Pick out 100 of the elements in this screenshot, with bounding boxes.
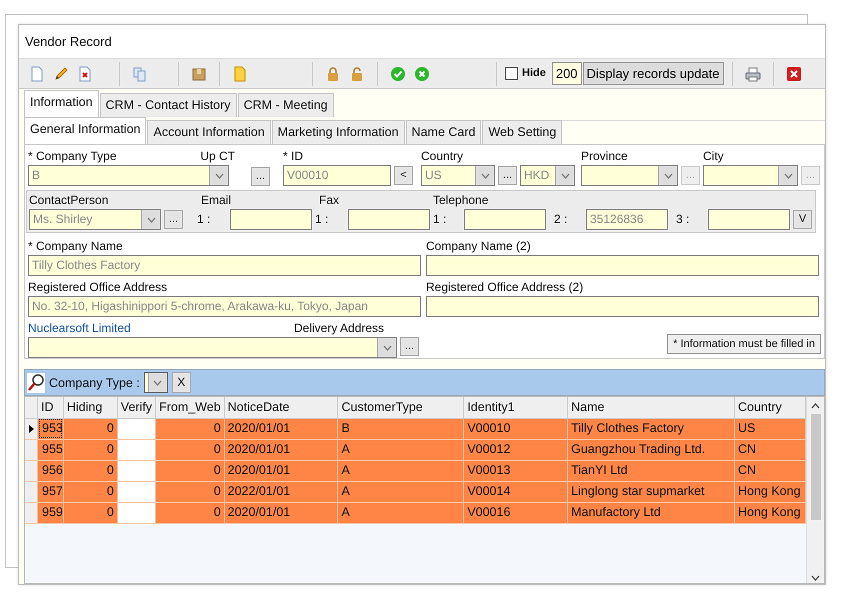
table-cell: 0 xyxy=(63,460,118,481)
line-index: 3 : xyxy=(675,211,690,228)
table-cell: 957 xyxy=(38,481,64,502)
tab[interactable]: Information xyxy=(24,90,99,117)
field-label: Province xyxy=(581,149,628,165)
caret-icon[interactable] xyxy=(382,344,392,350)
tab[interactable]: CRM - Contact History xyxy=(100,93,237,117)
table-cell: 0 xyxy=(63,418,118,439)
phone-field[interactable] xyxy=(708,209,790,230)
table-cell: A xyxy=(338,460,464,481)
table-cell: 2022/01/01 xyxy=(224,481,338,502)
caret-icon[interactable] xyxy=(480,172,490,178)
table-cell: Manufactory Ltd xyxy=(568,502,734,523)
column-header[interactable]: Verify xyxy=(117,397,156,418)
table-cell: Hong Kong xyxy=(734,502,806,523)
table-cell: CN xyxy=(734,439,806,460)
table-cell: Tilly Clothes Factory xyxy=(568,418,734,439)
scrollbar[interactable] xyxy=(806,397,824,583)
table-cell: Hong Kong xyxy=(734,481,806,502)
table-cell: TianYI Ltd xyxy=(568,460,734,481)
cancel-icon[interactable] xyxy=(414,66,430,82)
field-label: Company Name (2) xyxy=(426,239,532,253)
company-link[interactable]: Nuclearsoft Limited xyxy=(28,321,294,337)
scroll-down-icon[interactable] xyxy=(811,575,820,581)
delete-document-icon[interactable] xyxy=(77,66,93,82)
column-header[interactable]: From_Web xyxy=(156,397,224,418)
field-label: Delivery Address xyxy=(294,321,384,337)
checkbox-label: Hide xyxy=(522,66,546,82)
column-header[interactable]: Country xyxy=(734,397,806,418)
pencil-icon[interactable] xyxy=(53,66,69,82)
table-cell: V00016 xyxy=(464,502,568,523)
line-index: 1 : xyxy=(433,211,448,228)
line-index: 1 : xyxy=(315,211,330,228)
phone-field[interactable] xyxy=(464,209,546,230)
column-header[interactable]: Hiding xyxy=(63,397,118,418)
column-header[interactable]: CustomerType xyxy=(338,397,464,418)
close-icon[interactable] xyxy=(786,66,802,82)
column-header[interactable]: Identity1 xyxy=(464,397,568,418)
check-icon[interactable] xyxy=(390,66,406,82)
caret-icon[interactable] xyxy=(214,172,224,178)
table-cell: US xyxy=(734,418,806,439)
tab[interactable]: Marketing Information xyxy=(272,120,405,144)
input-field[interactable] xyxy=(230,209,312,230)
dropdown-field[interactable] xyxy=(581,165,678,186)
table-cell: 0 xyxy=(63,439,118,460)
tab[interactable]: Web Setting xyxy=(482,120,562,144)
field-label: City xyxy=(703,149,724,165)
required-note: * Information must be filled in xyxy=(667,334,821,354)
field-label: Fax xyxy=(318,193,340,209)
unlock-icon[interactable] xyxy=(349,66,365,82)
input-field[interactable] xyxy=(348,209,430,230)
field-label: ContactPerson xyxy=(29,193,108,209)
column-header[interactable]: ID xyxy=(38,397,64,418)
more-button[interactable]: ... xyxy=(251,167,270,186)
table-cell: V00014 xyxy=(464,481,568,502)
note-icon[interactable] xyxy=(232,66,248,82)
caret-icon[interactable] xyxy=(784,172,792,178)
printer-icon[interactable] xyxy=(744,66,761,82)
table-cell: 0 xyxy=(156,439,224,460)
field-label: Registered Office Address (2) xyxy=(426,280,584,294)
back-button[interactable]: < xyxy=(394,166,413,185)
filter-dropdown[interactable] xyxy=(144,372,168,393)
table-cell: 0 xyxy=(156,418,224,439)
table-cell: 0 xyxy=(156,502,224,523)
table-cell: A xyxy=(338,439,464,460)
dropdown-field[interactable] xyxy=(703,165,798,186)
table-cell: A xyxy=(338,502,464,523)
caret-icon[interactable] xyxy=(153,380,162,386)
copy-icon[interactable] xyxy=(132,66,148,82)
lock-icon[interactable] xyxy=(325,66,341,82)
tab[interactable]: Name Card xyxy=(406,120,482,144)
field-label: * ID xyxy=(283,149,304,165)
dropdown-field[interactable] xyxy=(28,337,397,358)
clear-button[interactable]: X xyxy=(172,372,191,393)
update-button[interactable]: Display records update xyxy=(582,62,724,86)
column-header[interactable]: NoticeDate xyxy=(224,397,338,418)
column-header[interactable]: Name xyxy=(568,397,734,418)
more-button[interactable]: ... xyxy=(498,166,517,185)
caret-icon[interactable] xyxy=(664,172,672,178)
more-button[interactable]: ... xyxy=(164,210,183,229)
text-field[interactable] xyxy=(426,296,819,317)
filter-label: Company Type : xyxy=(49,376,140,390)
dropdown-button[interactable]: V xyxy=(793,210,812,229)
record-count-field[interactable]: 200 xyxy=(552,62,582,86)
new-document-icon[interactable] xyxy=(29,66,45,82)
hide-checkbox[interactable] xyxy=(505,67,518,80)
more-button[interactable]: ... xyxy=(400,337,419,356)
tab[interactable]: CRM - Meeting xyxy=(238,93,334,117)
tab[interactable]: General Information xyxy=(24,117,146,144)
table-cell: Guangzhou Trading Ltd. xyxy=(568,439,734,460)
text-field[interactable] xyxy=(426,255,819,276)
tab[interactable]: Account Information xyxy=(147,120,271,144)
window-title: Vendor Record xyxy=(24,33,113,51)
field-label: * Company Type xyxy=(28,149,116,165)
table-cell: 956 xyxy=(38,460,64,481)
caret-icon[interactable] xyxy=(560,172,570,178)
scroll-up-icon[interactable] xyxy=(811,403,820,409)
caret-icon[interactable] xyxy=(146,216,156,222)
package-icon[interactable] xyxy=(191,66,207,82)
search-icon[interactable] xyxy=(27,372,45,392)
